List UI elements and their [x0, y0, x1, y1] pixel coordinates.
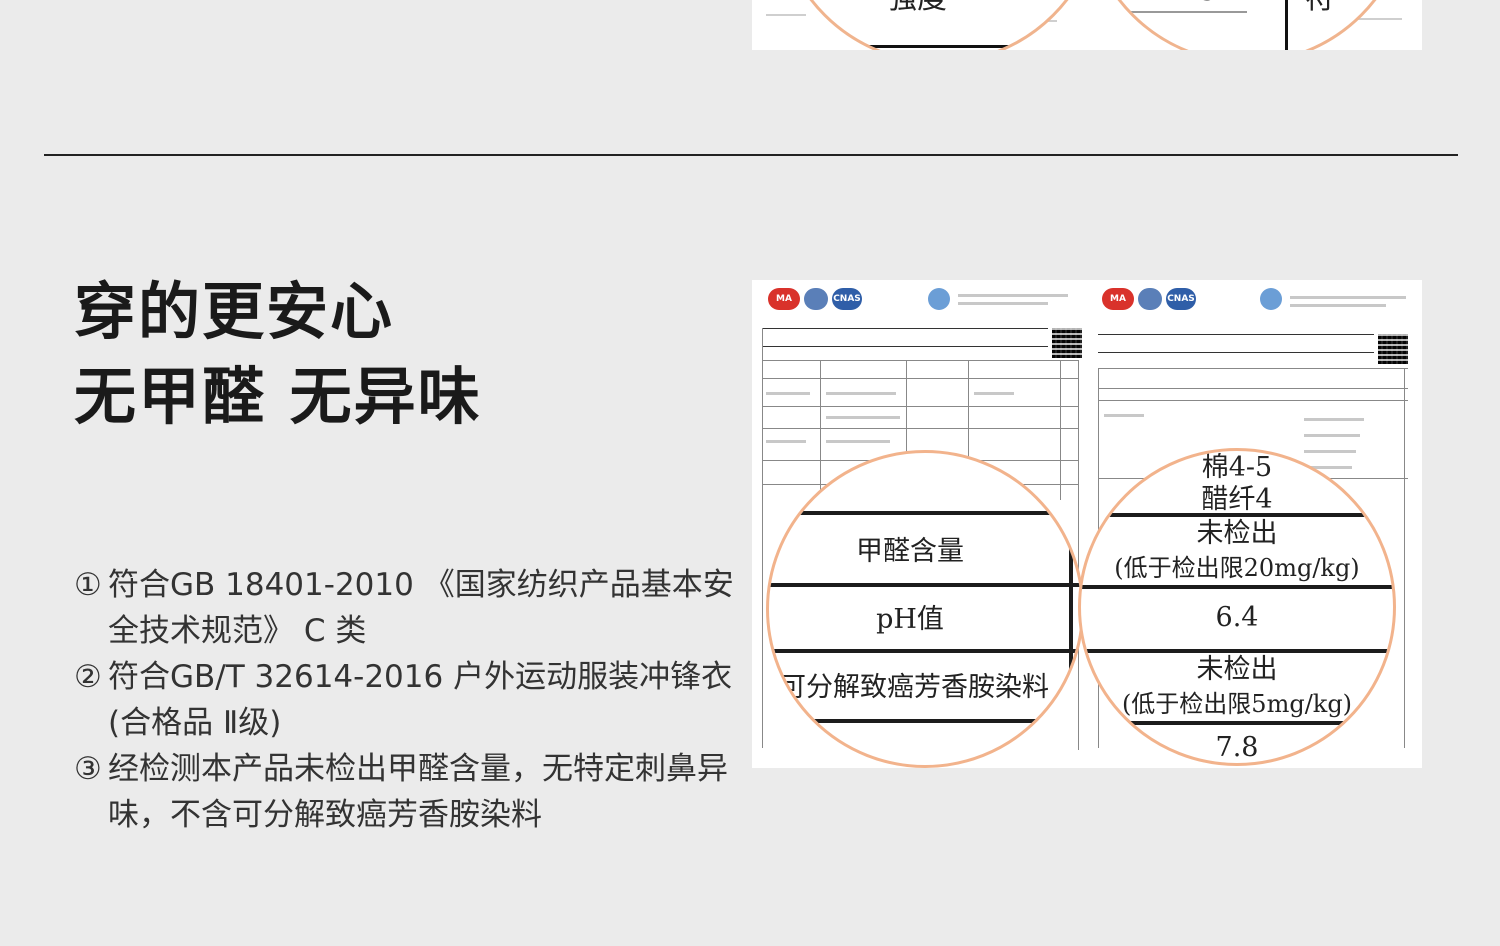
magnified-formaldehyde-label: 甲醛含量	[856, 536, 964, 567]
right-magnifier: 棉4-5 醋纤4 未检出 (低于检出限20mg/kg) 6.4 未检出 (低于检…	[1078, 448, 1396, 766]
magnified-bottom-value: 7.8	[1215, 732, 1259, 763]
feature-text-2: 符合GB/T 32614-2016 户外运动服装冲锋衣(合格品 Ⅱ级)	[108, 659, 733, 741]
qr-code-icon-right	[1378, 334, 1408, 364]
feature-item-1: ① 符合GB 18401-2010 《国家纺织产品基本安全技术规范》 C 类	[74, 562, 734, 654]
magnified-ph-result: 6.4	[1215, 602, 1259, 633]
feature-item-3: ③ 经检测本产品未检出甲醛含量，无特定刺鼻异味，不含可分解致癌芳香胺染料	[74, 746, 734, 838]
heading-line-2: 无甲醛 无异味	[74, 360, 482, 433]
magnified-amine-result: 未检出	[1196, 654, 1278, 685]
left-magnifier: 甲醛含量 pH值 可分解致癌芳香胺染料	[766, 450, 1084, 768]
top-right-cell-text: 850	[1179, 0, 1236, 8]
magnified-fiber-1: 棉4-5	[1201, 452, 1273, 483]
magnified-ph-label: pH值	[876, 604, 944, 635]
top-left-magnifier: 强度	[776, 0, 1102, 50]
magnified-amine-limit: (低于检出限5mg/kg)	[1121, 690, 1353, 718]
section-divider	[44, 154, 1458, 156]
top-left-cell-text: 强度	[887, 0, 947, 17]
feature-number-3: ③	[74, 751, 102, 787]
feature-number-1: ①	[74, 567, 102, 603]
lab-seal-icon-right	[1260, 288, 1282, 310]
magnified-formaldehyde-result: 未检出	[1196, 518, 1278, 549]
qr-code-icon	[1052, 328, 1082, 358]
feature-text-1: 符合GB 18401-2010 《国家纺织产品基本安全技术规范》 C 类	[108, 567, 734, 649]
feature-text-3: 经检测本产品未检出甲醛含量，无特定刺鼻异味，不含可分解致癌芳香胺染料	[108, 751, 728, 833]
ma-logo: MA	[768, 288, 800, 310]
cma-seal-icon-right	[1138, 288, 1162, 310]
feature-item-2: ② 符合GB/T 32614-2016 户外运动服装冲锋衣(合格品 Ⅱ级)	[74, 654, 734, 746]
feature-number-2: ②	[74, 659, 102, 695]
top-certificate-image: 强度 850 符	[752, 0, 1422, 50]
top-right-magnifier: 850 符	[1084, 0, 1410, 50]
lab-seal-icon	[928, 288, 950, 310]
cnas-logo-right: CNAS	[1166, 288, 1196, 310]
heading-line-1: 穿的更安心	[74, 275, 395, 348]
ma-logo-right: MA	[1102, 288, 1134, 310]
feature-list: ① 符合GB 18401-2010 《国家纺织产品基本安全技术规范》 C 类 ②…	[74, 562, 734, 838]
test-report-image: MA CNAS MA CNAS 甲醛含量 pH值 可分解致癌芳香胺染料 棉4-5…	[752, 280, 1422, 768]
cma-seal-icon	[804, 288, 828, 310]
magnified-amine-label: 可分解致癌芳香胺染料	[779, 672, 1049, 703]
magnified-fiber-2: 醋纤4	[1201, 484, 1273, 515]
cnas-logo: CNAS	[832, 288, 862, 310]
magnified-formaldehyde-limit: (低于检出限20mg/kg)	[1114, 554, 1360, 582]
top-right-unit-text: 符	[1305, 0, 1335, 17]
